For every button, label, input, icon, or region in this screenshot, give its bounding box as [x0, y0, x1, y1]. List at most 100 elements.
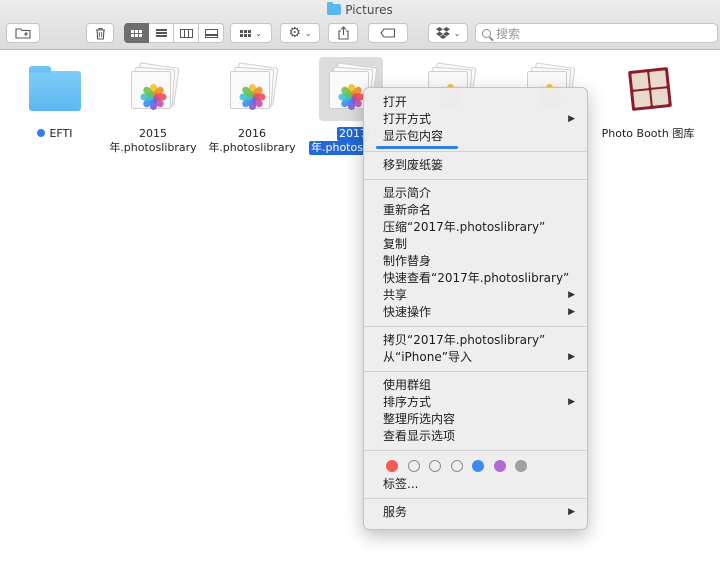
menu-item-import-from-iphone[interactable]: 从“iPhone”导入 ▶ [364, 349, 587, 366]
tag-color-picker [364, 456, 587, 476]
gallery-view-button[interactable] [199, 23, 224, 43]
photos-library-icon-wrap [121, 57, 185, 121]
photo-booth-icon-wrap [616, 57, 680, 121]
menu-item-copy[interactable]: 拷贝“2017年.photoslibrary” [364, 332, 587, 349]
chevron-down-icon: ⌄ [255, 28, 262, 38]
folder-icon [327, 2, 342, 15]
search-icon [482, 28, 491, 38]
menu-item-quick-look[interactable]: 快速查看“2017年.photoslibrary” [364, 270, 587, 287]
file-name-line1: 2015 [139, 127, 167, 140]
share-button[interactable] [328, 23, 358, 43]
chevron-down-icon: ⌄ [304, 28, 312, 38]
menu-separator [364, 179, 587, 180]
photo-booth-icon [626, 65, 672, 111]
window-title: Pictures [0, 2, 720, 17]
window-title-text: Pictures [345, 3, 393, 17]
tag-color-blue[interactable] [472, 460, 484, 472]
menu-item-show-package-contents[interactable]: 显示包内容 [364, 128, 587, 145]
file-name: EFTI [49, 127, 73, 140]
group-button[interactable]: ⌄ [230, 23, 272, 43]
list-view-button[interactable] [149, 23, 174, 43]
tag-color-green[interactable] [450, 460, 463, 472]
menu-item-show-view-options[interactable]: 查看显示选项 [364, 428, 587, 445]
file-item-2016[interactable]: 2016 年.photoslibrary [202, 57, 302, 155]
file-item-efti[interactable]: EFTI [5, 57, 105, 141]
new-folder-icon [15, 28, 31, 39]
file-item-photo-booth[interactable]: Photo Booth 图库 [598, 57, 698, 141]
photos-library-icon [131, 62, 180, 111]
tag-button[interactable] [368, 23, 408, 43]
file-label: 2016 年.photoslibrary [202, 127, 302, 155]
dropbox-button[interactable]: ⌄ [428, 23, 468, 43]
menu-item-sort-by[interactable]: 排序方式 ▶ [364, 394, 587, 411]
submenu-arrow-icon: ▶ [568, 307, 575, 317]
search-field[interactable]: 搜索 [475, 23, 718, 43]
trash-button[interactable] [86, 23, 114, 43]
gear-icon: ⚙ [288, 25, 301, 41]
menu-item-services[interactable]: 服务 ▶ [364, 504, 587, 521]
tag-color-gray[interactable] [515, 460, 527, 472]
file-label: 2015 年.photoslibrary [103, 127, 203, 155]
file-name-line1: 2016 [238, 127, 266, 140]
menu-item-get-info[interactable]: 显示简介 [364, 185, 587, 202]
menu-item-rename[interactable]: 重新命名 [364, 202, 587, 219]
menu-item-quick-actions[interactable]: 快速操作 ▶ [364, 304, 587, 321]
highlight-underline [376, 146, 458, 149]
file-label: EFTI [5, 127, 105, 141]
submenu-arrow-icon: ▶ [568, 507, 575, 517]
file-icon-grid: EFTI 2015 年.photoslibrary 2016 年.photosl… [0, 51, 720, 580]
chevron-down-icon: ⌄ [453, 28, 461, 38]
column-view-icon [179, 28, 193, 38]
menu-item-share[interactable]: 共享 ▶ [364, 287, 587, 304]
tag-color-orange[interactable] [407, 460, 420, 472]
photos-library-icon-wrap [220, 57, 284, 121]
photos-library-icon [230, 62, 279, 111]
tag-color-red[interactable] [386, 460, 398, 472]
menu-item-open[interactable]: 打开 [364, 94, 587, 111]
menu-separator [364, 450, 587, 451]
submenu-arrow-icon: ▶ [568, 114, 575, 124]
menu-item-move-to-trash[interactable]: 移到废纸篓 [364, 157, 587, 174]
menu-item-compress[interactable]: 压缩“2017年.photoslibrary” [364, 219, 587, 236]
menu-item-open-with[interactable]: 打开方式 ▶ [364, 111, 587, 128]
list-view-icon [155, 28, 167, 39]
trash-icon [95, 27, 105, 40]
blue-tag-dot [37, 129, 46, 137]
file-name-line2: 年.photoslibrary [208, 141, 296, 154]
menu-item-clean-up-selection[interactable]: 整理所选内容 [364, 411, 587, 428]
share-icon [337, 26, 349, 40]
file-name-line2: 年.photosl [309, 141, 369, 155]
action-button[interactable]: ⚙ ⌄ [280, 23, 320, 43]
menu-item-use-groups[interactable]: 使用群组 [364, 377, 587, 394]
gallery-view-icon [204, 28, 218, 38]
icon-view-icon [131, 29, 142, 37]
group-icon [240, 29, 252, 37]
menu-item-duplicate[interactable]: 复制 [364, 236, 587, 253]
search-placeholder: 搜索 [496, 26, 521, 41]
folder-icon-wrap [23, 57, 87, 121]
file-label: Photo Booth 图库 [598, 127, 698, 141]
context-menu: 打开 打开方式 ▶ 显示包内容 移到废纸篓 显示简介 重新命名 压缩“2017年.… [363, 87, 588, 530]
column-view-button[interactable] [174, 23, 199, 43]
tag-color-yellow[interactable] [429, 460, 441, 472]
submenu-arrow-icon: ▶ [568, 397, 575, 407]
new-folder-button[interactable] [6, 23, 40, 43]
tag-color-purple[interactable] [493, 460, 506, 472]
menu-separator [364, 151, 587, 152]
view-mode-segmented-control [124, 23, 224, 43]
file-item-2015[interactable]: 2015 年.photoslibrary [103, 57, 203, 155]
dropbox-icon [435, 27, 450, 39]
menu-separator [364, 498, 587, 499]
menu-item-make-alias[interactable]: 制作替身 [364, 253, 587, 270]
file-name-line2: 年.photoslibrary [109, 141, 197, 154]
finder-toolbar: Pictures ⌄ ⚙ ⌄ ⌄ 搜索 [0, 0, 720, 50]
menu-separator [364, 371, 587, 372]
tag-icon [380, 28, 396, 38]
submenu-arrow-icon: ▶ [568, 352, 575, 362]
folder-icon [29, 66, 81, 111]
submenu-arrow-icon: ▶ [568, 290, 575, 300]
icon-view-button[interactable] [124, 23, 149, 43]
file-name: Photo Booth 图库 [601, 127, 695, 140]
menu-separator [364, 326, 587, 327]
menu-item-tags[interactable]: 标签... [364, 476, 587, 493]
